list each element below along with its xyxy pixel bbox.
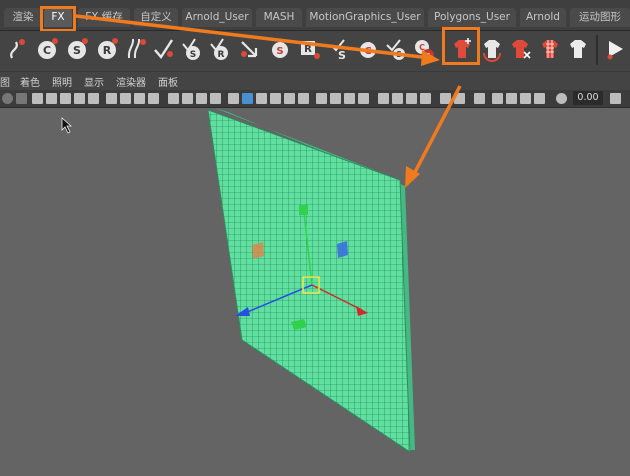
tab-custom[interactable]: 自定义 — [134, 8, 178, 27]
svg-text:S: S — [73, 44, 81, 57]
tab-mash[interactable]: MASH — [256, 8, 302, 27]
ncloth-remove-icon[interactable] — [508, 36, 532, 62]
fluid-s-icon[interactable]: S — [268, 36, 292, 62]
menu-lighting[interactable]: 照明 — [52, 74, 72, 89]
motion-blur-icon[interactable] — [330, 93, 341, 104]
view-transform-icon[interactable] — [492, 93, 503, 104]
nhair-r-icon[interactable]: R — [96, 36, 120, 62]
create-ncloth-highlight-box — [442, 27, 480, 65]
viewport-menu-bar: 图 着色 照明 显示 渲染器 面板 — [0, 71, 630, 91]
xray-joints-icon[interactable] — [406, 93, 417, 104]
fx-tab-highlight-box — [40, 6, 76, 32]
svg-text:S: S — [190, 50, 196, 60]
camera-frame-icon[interactable] — [520, 93, 531, 104]
field-chart-icon[interactable] — [168, 93, 179, 104]
ncloth-mesh-icon[interactable] — [538, 36, 562, 62]
shelf-separator — [596, 35, 598, 65]
svg-text:S: S — [338, 49, 346, 62]
tab-arnold-user[interactable]: Arnold_User — [182, 8, 252, 27]
constraint-s-icon[interactable]: S — [384, 36, 408, 62]
viewport-toolbar: 0.00 — [0, 90, 630, 108]
viewport-canvas — [61, 108, 415, 453]
constraint-cr-icon[interactable]: CR — [412, 36, 436, 62]
gamma-icon[interactable] — [440, 93, 451, 104]
svg-text:R: R — [425, 52, 431, 60]
rigid-r-icon[interactable]: R — [298, 36, 322, 62]
safe-action-icon[interactable] — [182, 93, 193, 104]
svg-text:S: S — [396, 50, 402, 59]
film-gate-icon[interactable] — [120, 93, 131, 104]
constraint-s-check-icon[interactable]: S — [328, 36, 352, 62]
hair-strands-icon[interactable] — [124, 36, 148, 62]
svg-text:R: R — [103, 44, 112, 57]
grease-pencil-icon[interactable] — [88, 93, 99, 104]
nucleus-s-icon[interactable]: S — [66, 36, 90, 62]
ncloth-s-curve-icon[interactable] — [6, 36, 30, 62]
fx-shelf: C S R S R S R S C S C R — [0, 27, 630, 71]
camera-attributes-icon[interactable] — [32, 93, 43, 104]
menu-renderer[interactable]: 渲染器 — [116, 74, 146, 89]
nucleus-c-icon[interactable]: C — [36, 36, 60, 62]
tab-motion-graphics[interactable]: 运动图形 — [570, 8, 630, 27]
menu-shading[interactable]: 着色 — [20, 74, 40, 89]
color-management-icon[interactable] — [474, 93, 485, 104]
hair-arrow-icon[interactable] — [238, 36, 262, 62]
tab-polygons-user[interactable]: Polygons_User — [428, 8, 516, 27]
svg-text:R: R — [304, 44, 312, 55]
exposure-reset-icon[interactable] — [556, 93, 567, 104]
lock-camera-icon[interactable] — [16, 93, 27, 104]
tab-fx-cache[interactable]: FX 缓存 — [78, 8, 130, 27]
svg-text:R: R — [218, 50, 225, 60]
shelf-tab-bar: 渲染 FX FX 缓存 自定义 Arnold_User MASH MotionG… — [0, 0, 630, 32]
resolution-gate-icon[interactable] — [134, 93, 145, 104]
2d-pan-zoom-icon[interactable] — [74, 93, 85, 104]
tab-render[interactable]: 渲染 — [4, 8, 42, 27]
play-icon[interactable] — [604, 36, 628, 62]
gate-mask-icon[interactable] — [148, 93, 159, 104]
anti-aliasing-icon[interactable] — [344, 93, 355, 104]
wireframe-icon[interactable] — [210, 93, 221, 104]
hud-icon[interactable] — [506, 93, 517, 104]
screen-space-ao-icon[interactable] — [316, 93, 327, 104]
ortho-toggle-icon[interactable] — [534, 93, 545, 104]
constraint-c-icon[interactable]: C — [356, 36, 380, 62]
cloth-plane-mesh[interactable] — [207, 109, 411, 453]
menu-view[interactable]: 图 — [0, 74, 10, 89]
smooth-shade-icon[interactable] — [242, 93, 253, 104]
hair-r-icon[interactable]: R — [208, 36, 232, 62]
xray-icon[interactable] — [392, 93, 403, 104]
bookmarks-icon[interactable] — [46, 93, 57, 104]
safe-title-icon[interactable] — [196, 93, 207, 104]
depth-of-field-icon[interactable] — [358, 93, 369, 104]
select-camera-icon[interactable] — [2, 93, 13, 104]
menu-show[interactable]: 显示 — [84, 74, 104, 89]
tab-arnold[interactable]: Arnold — [520, 8, 566, 27]
svg-text:C: C — [364, 46, 371, 57]
grid-toggle-icon[interactable] — [106, 93, 117, 104]
xray-components-icon[interactable] — [420, 93, 431, 104]
exposure-icon[interactable] — [454, 93, 465, 104]
hair-check-icon[interactable] — [152, 36, 176, 62]
menu-panels[interactable]: 面板 — [158, 74, 178, 89]
hair-s-icon[interactable]: S — [180, 36, 204, 62]
use-all-lights-icon[interactable] — [284, 93, 295, 104]
gamma-reset-icon[interactable] — [610, 93, 621, 104]
image-plane-icon[interactable] — [60, 93, 71, 104]
exposure-value-field[interactable]: 0.00 — [573, 91, 603, 105]
shadows-icon[interactable] — [298, 93, 309, 104]
svg-text:C: C — [43, 44, 51, 57]
textured-icon[interactable] — [270, 93, 281, 104]
tab-motiongraphics-user[interactable]: MotionGraphics_User — [306, 8, 424, 27]
wireframe-on-shaded-icon[interactable] — [256, 93, 267, 104]
3d-viewport[interactable] — [0, 108, 630, 476]
svg-text:S: S — [276, 46, 283, 57]
isolate-select-icon[interactable] — [378, 93, 389, 104]
wireframe-mode-icon[interactable] — [228, 93, 239, 104]
mouse-cursor-icon — [61, 117, 73, 134]
ncloth-rest-icon[interactable] — [480, 36, 504, 62]
ncloth-white-icon[interactable] — [566, 36, 590, 62]
maya-window: 渲染 FX FX 缓存 自定义 Arnold_User MASH MotionG… — [0, 0, 630, 476]
